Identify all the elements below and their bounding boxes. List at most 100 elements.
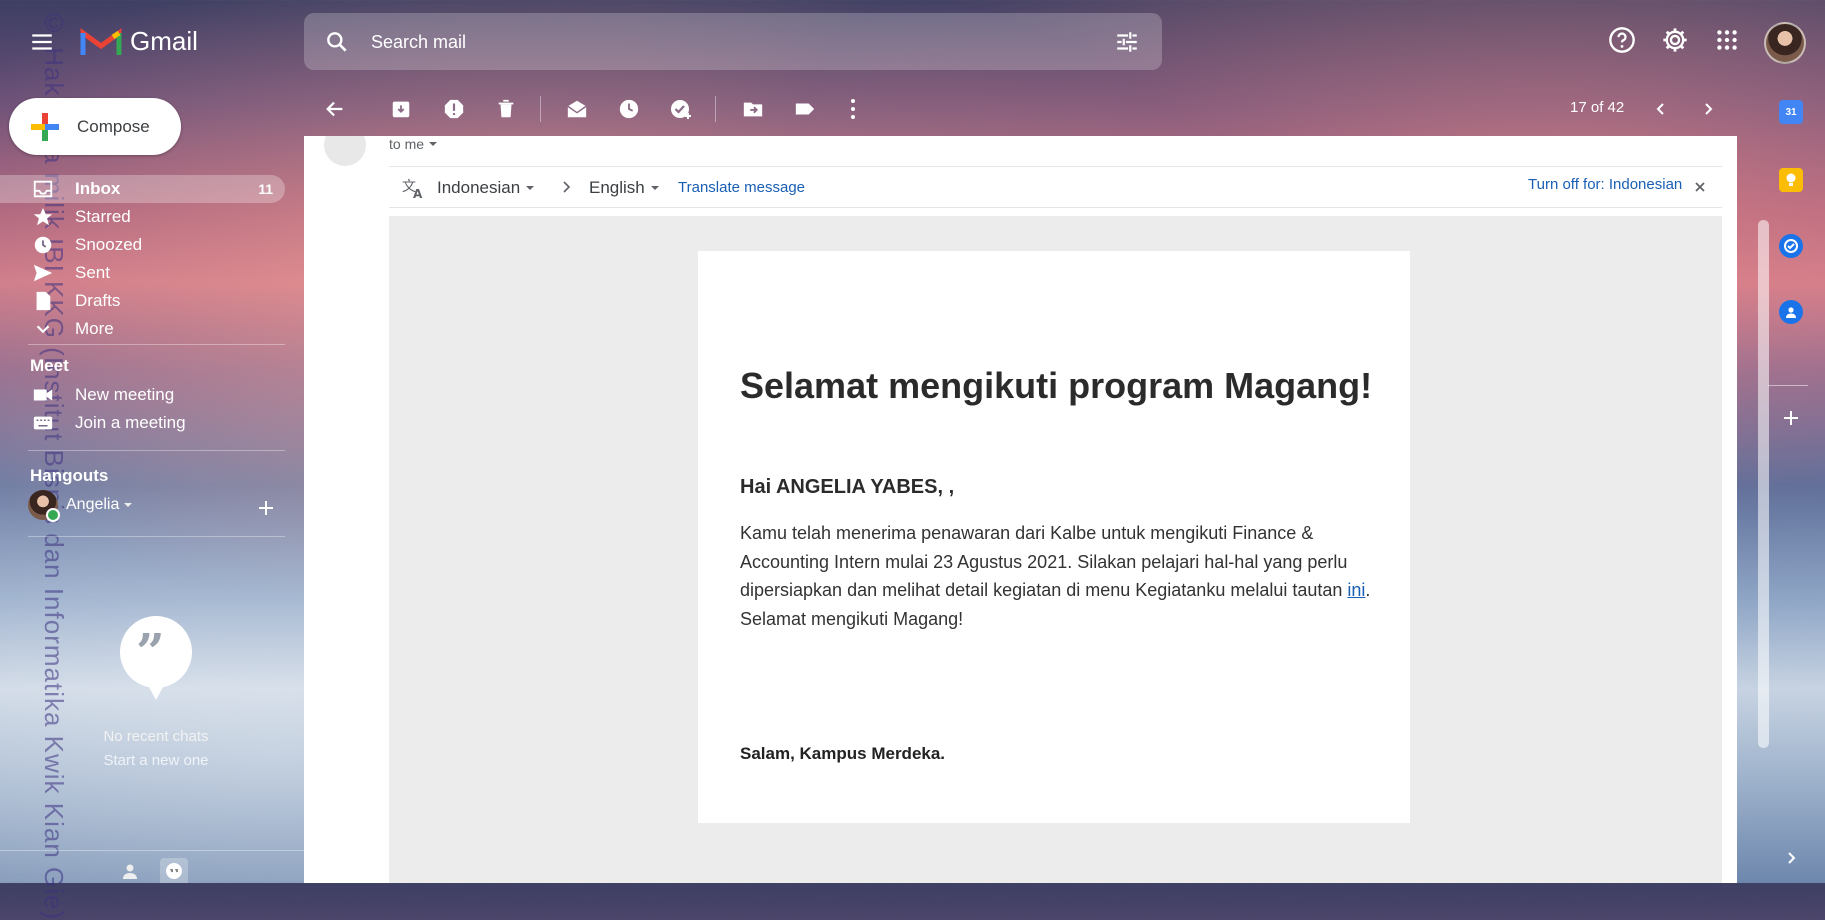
add-to-tasks-icon[interactable] <box>668 96 694 122</box>
nav-label: Join a meeting <box>75 413 186 432</box>
compose-label: Compose <box>77 116 150 136</box>
translate-bar: 文 A Indonesian English Translate message… <box>389 166 1722 208</box>
nav-item-drafts[interactable]: Drafts <box>0 287 285 315</box>
source-language: Indonesian <box>437 178 521 197</box>
chat-bubble-tail <box>144 678 168 700</box>
hangouts-user[interactable]: Angelia <box>28 490 285 522</box>
source-language-select[interactable]: Indonesian <box>437 178 535 198</box>
no-recent-chats-text: No recent chats <box>103 728 209 745</box>
message-view: to me 文 A Indonesian English Translate m… <box>304 136 1737 883</box>
pagination-text: 17 of 42 <box>1570 99 1625 116</box>
gmail-logo[interactable]: Gmail <box>80 24 198 58</box>
divider <box>28 344 285 345</box>
content-scrollbar[interactable] <box>1758 220 1769 748</box>
email-greeting: Hai ANGELIA YABES, , <box>740 476 955 498</box>
contacts-icon[interactable] <box>1779 300 1803 324</box>
hangouts-tab-icon[interactable] <box>160 858 188 883</box>
target-language-select[interactable]: English <box>589 178 660 198</box>
email-heading: Selamat mengikuti program Magang! <box>740 365 1373 406</box>
hangouts-avatar <box>28 490 60 522</box>
to-me-label: to me <box>389 136 425 152</box>
divider <box>0 850 304 851</box>
email-card: Selamat mengikuti program Magang! Hai AN… <box>698 251 1410 823</box>
delete-trash-icon[interactable] <box>493 96 519 122</box>
star-icon <box>33 207 53 226</box>
nav-item-snoozed[interactable]: Snoozed <box>0 231 285 259</box>
caret-down-icon <box>124 503 133 507</box>
target-language: English <box>589 178 645 197</box>
report-spam-icon[interactable] <box>441 96 467 122</box>
newer-chevron-left-icon[interactable] <box>1648 96 1674 122</box>
apps-grid-icon[interactable] <box>1712 25 1742 55</box>
hangouts-section-title: Hangouts <box>30 466 109 485</box>
svg-text:A: A <box>413 187 423 199</box>
meet-new-meeting[interactable]: New meeting <box>0 381 285 409</box>
nav-item-starred[interactable]: Starred <box>0 203 285 231</box>
send-icon <box>33 264 53 282</box>
meet-section-title: Meet <box>30 356 69 375</box>
translate-icon: 文 A <box>402 179 423 199</box>
video-camera-icon <box>33 389 53 401</box>
nav-label: Drafts <box>75 291 121 310</box>
caret-down-icon <box>650 186 659 190</box>
compose-button[interactable]: Compose <box>9 98 181 155</box>
mark-unread-icon[interactable] <box>564 96 590 122</box>
toolbar-separator <box>715 96 716 122</box>
search-icon[interactable] <box>324 29 350 55</box>
nav-label: More <box>75 319 114 338</box>
inbox-icon <box>33 180 53 198</box>
email-body-text: Kamu telah menerima penawaran dari Kalbe… <box>740 523 1348 600</box>
calendar-icon[interactable]: 31 <box>1779 100 1803 124</box>
inbox-unread-count: 11 <box>258 181 273 197</box>
email-body-link[interactable]: ini <box>1347 580 1365 600</box>
nav-item-inbox[interactable]: Inbox 11 <box>0 175 285 203</box>
keyboard-icon <box>33 416 53 430</box>
quote-glyph: ” <box>136 622 165 681</box>
help-icon[interactable] <box>1607 25 1637 55</box>
archive-icon[interactable] <box>388 96 414 122</box>
start-new-chat-link[interactable]: Start a new one <box>0 752 312 769</box>
checkmark-icon <box>1784 239 1798 253</box>
online-status-dot <box>46 508 60 522</box>
label-tag-icon[interactable] <box>792 96 818 122</box>
divider <box>28 450 285 451</box>
tasks-icon[interactable] <box>1779 234 1803 258</box>
meet-join-meeting[interactable]: Join a meeting <box>0 409 285 437</box>
person-icon <box>1786 307 1796 318</box>
snooze-clock-icon[interactable] <box>616 96 642 122</box>
calendar-icon-glyph: 31 <box>1785 106 1797 118</box>
email-paragraph: Kamu telah menerima penawaran dari Kalbe… <box>740 519 1380 633</box>
nav-label: New meeting <box>75 385 175 404</box>
gmail-m-icon <box>80 28 122 55</box>
lightbulb-icon <box>1786 173 1796 186</box>
account-avatar[interactable] <box>1764 22 1806 64</box>
translate-message-link[interactable]: Translate message <box>678 179 805 196</box>
settings-gear-icon[interactable] <box>1660 25 1690 55</box>
search-bar[interactable]: Search mail <box>304 13 1162 70</box>
nav-label: Snoozed <box>75 235 143 254</box>
search-options-icon[interactable] <box>1114 29 1140 55</box>
add-chat-plus-icon[interactable] <box>256 498 276 518</box>
app-title: Gmail <box>130 25 198 56</box>
plus-icon <box>27 109 63 145</box>
recipient-details-toggle[interactable]: to me <box>389 136 438 152</box>
get-addons-plus-icon[interactable] <box>1779 406 1803 430</box>
close-icon[interactable] <box>1695 182 1705 192</box>
turn-off-translate-link[interactable]: Turn off for: Indonesian <box>1528 176 1682 193</box>
divider <box>28 536 285 537</box>
toolbar-separator <box>540 96 541 122</box>
side-panel-divider <box>1768 385 1808 386</box>
keep-notes-icon[interactable] <box>1779 168 1803 192</box>
nav-item-sent[interactable]: Sent <box>0 259 285 287</box>
sender-avatar <box>324 136 366 166</box>
caret-down-icon <box>525 186 534 190</box>
back-arrow-icon[interactable] <box>322 96 348 122</box>
older-chevron-right-icon[interactable] <box>1695 96 1721 122</box>
search-input[interactable]: Search mail <box>371 32 466 53</box>
show-side-panel-chevron-icon[interactable] <box>1779 846 1803 870</box>
more-vertical-icon[interactable] <box>840 96 866 122</box>
contacts-person-icon[interactable] <box>118 860 142 882</box>
main-menu-icon[interactable] <box>28 28 56 56</box>
move-to-folder-icon[interactable] <box>740 96 766 122</box>
nav-item-more[interactable]: More <box>0 315 285 343</box>
